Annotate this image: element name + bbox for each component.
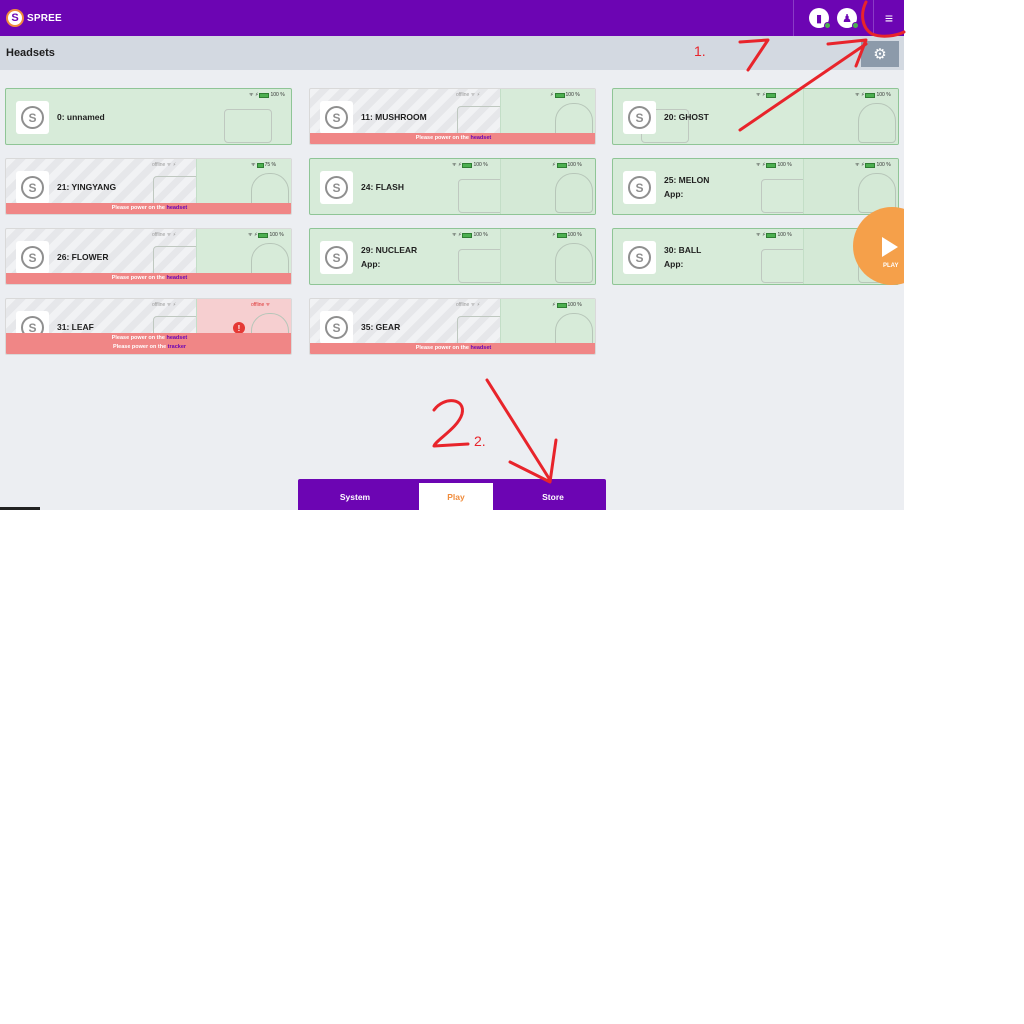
headset-card[interactable]: offline ᯤ ⚡ ᯤ ⚡ 100 % S 26: FLOWER Please…	[5, 228, 292, 285]
headset-status: ᯤ ⚡	[756, 92, 777, 98]
spree-s-icon: S	[628, 246, 651, 269]
headset-name: 31: LEAF	[57, 322, 94, 332]
headset-name: 0: unnamed	[57, 112, 105, 122]
headset-outline-icon	[458, 249, 506, 283]
play-icon	[882, 237, 898, 257]
tab-store[interactable]: Store	[516, 483, 590, 510]
avatar: S	[623, 171, 656, 204]
tracker-status: ⚡ 100 %	[552, 162, 582, 168]
tracker-status: ᯤ 75 %	[251, 162, 276, 168]
tab-play[interactable]: Play	[419, 483, 493, 510]
headset-card[interactable]: offline ᯤ ⚡ offline ᯤ ! S 31: LEAF Pleas…	[5, 298, 292, 355]
topbar-divider	[793, 0, 794, 36]
headset-name: 20: GHOST	[664, 112, 709, 122]
headset-name: 26: FLOWER	[57, 252, 109, 262]
tracker-status: ᯤ ⚡100 %	[855, 92, 891, 98]
headset-outline-icon	[224, 109, 272, 143]
spree-s-icon: S	[325, 246, 348, 269]
headset-outline-icon	[761, 179, 809, 213]
tab-system[interactable]: System	[318, 483, 392, 510]
headset-name: 30: BALL	[664, 245, 702, 255]
power-warning: Please power on the headset	[6, 273, 291, 284]
tracker-outline-icon	[555, 243, 593, 283]
headset-card[interactable]: offline ᯤ ⚡ ᯤ 75 % S 21: YINGYANG Please …	[5, 158, 292, 215]
spree-s-icon: S	[21, 176, 44, 199]
spree-s-icon: S	[325, 316, 348, 339]
headset-status: ᯤ ⚡ 100 %	[452, 162, 488, 168]
avatar: S	[320, 311, 353, 344]
avatar: S	[320, 241, 353, 274]
tracker-status: ⚡ 100 %	[550, 92, 580, 98]
headset-app-label: App:	[664, 259, 684, 269]
online-dot-icon	[824, 22, 831, 29]
headset-name: 25: MELON	[664, 175, 710, 185]
power-warning: Please power on the headset	[310, 133, 595, 144]
spree-logo[interactable]: S SPREE	[6, 9, 62, 27]
tracker-offline-status: offline ᯤ	[251, 302, 271, 308]
settings-gear-icon[interactable]: ⚙	[861, 41, 899, 67]
tracker-outline-icon	[858, 103, 896, 143]
app-window: S SPREE ▮ ♟ ≡ Headsets ⚙ ᯤ ⚡ 100 % S 0: u…	[0, 0, 904, 510]
avatar: S	[623, 241, 656, 274]
headset-card[interactable]: offline ᯤ ⚡ ⚡ 100 % S 11: MUSHROOM Please…	[309, 88, 596, 145]
power-warning: Please power on the headset	[310, 343, 595, 354]
sub-header: Headsets	[0, 36, 904, 70]
top-bar: S SPREE ▮ ♟ ≡	[0, 0, 904, 36]
headset-card[interactable]: ᯤ ⚡ 100 % ⚡ 100 % S 29: NUCLEAR App:	[309, 228, 596, 285]
offline-status: offline ᯤ ⚡	[456, 302, 481, 308]
logo-text: SPREE	[27, 12, 62, 24]
spree-s-icon: S	[628, 106, 651, 129]
headset-outline-icon	[761, 249, 809, 283]
avatar: S	[623, 101, 656, 134]
tracker-status: ᯤ ⚡100 %	[248, 232, 284, 238]
spree-s-icon: S	[21, 106, 44, 129]
power-warning: Please power on the headset Please power…	[6, 333, 291, 354]
offline-status: offline ᯤ ⚡	[152, 232, 177, 238]
tracker-status: ⚡ 100 %	[552, 232, 582, 238]
headset-app-label: App:	[361, 259, 381, 269]
headset-card[interactable]: ᯤ ⚡ 100 % ⚡ 100 % S 24: FLASH	[309, 158, 596, 215]
avatar: S	[320, 171, 353, 204]
spree-s-icon: S	[628, 176, 651, 199]
tracker-status: ᯤ ⚡100 %	[855, 162, 891, 168]
headset-card[interactable]: ᯤ ⚡ ᯤ ⚡ 100 % S 20: GHOST	[612, 88, 899, 145]
headset-card[interactable]: ᯤ ⚡ 100 % ᯤ ⚡ 100 % S 25: MELON App:	[612, 158, 899, 215]
user-status-icon[interactable]: ♟	[837, 8, 859, 29]
bottom-tab-bar: System Play Store	[298, 479, 606, 510]
logo-icon: S	[6, 9, 24, 27]
headset-name: 29: NUCLEAR	[361, 245, 418, 255]
avatar: S	[16, 171, 49, 204]
tracker-status-icon[interactable]: ▮	[809, 8, 831, 29]
power-warning: Please power on the headset	[6, 203, 291, 214]
headset-outline-icon	[458, 179, 506, 213]
headset-card[interactable]: ᯤ ⚡ 100 % S 0: unnamed	[5, 88, 292, 145]
headset-status: ᯤ ⚡ 100 %	[452, 232, 488, 238]
tracker-outline-icon	[555, 173, 593, 213]
page-title: Headsets	[6, 47, 55, 59]
headset-status: ᯤ ⚡ 100 %	[249, 92, 285, 98]
headset-status: ᯤ ⚡ 100 %	[756, 162, 792, 168]
spree-s-icon: S	[21, 246, 44, 269]
tracker-status: ⚡ 100 %	[552, 302, 582, 308]
headset-name: 35: GEAR	[361, 322, 401, 332]
offline-status: offline ᯤ ⚡	[152, 162, 177, 168]
avatar: S	[320, 101, 353, 134]
play-button-label: PLAY	[883, 263, 899, 269]
avatar: S	[16, 241, 49, 274]
online-dot-icon	[852, 22, 859, 29]
taskbar-edge	[0, 507, 40, 510]
headset-status: ᯤ ⚡ 100 %	[756, 232, 792, 238]
headset-name: 21: YINGYANG	[57, 182, 117, 192]
headset-name: 11: MUSHROOM	[361, 112, 427, 122]
offline-status: offline ᯤ ⚡	[456, 92, 481, 98]
headset-name: 24: FLASH	[361, 182, 404, 192]
headset-card[interactable]: offline ᯤ ⚡ ⚡ 100 % S 35: GEAR Please pow…	[309, 298, 596, 355]
hamburger-menu-icon[interactable]: ≡	[874, 0, 904, 36]
offline-status: offline ᯤ ⚡	[152, 302, 177, 308]
headset-app-label: App:	[664, 189, 684, 199]
spree-s-icon: S	[325, 106, 348, 129]
spree-s-icon: S	[325, 176, 348, 199]
avatar: S	[16, 101, 49, 134]
